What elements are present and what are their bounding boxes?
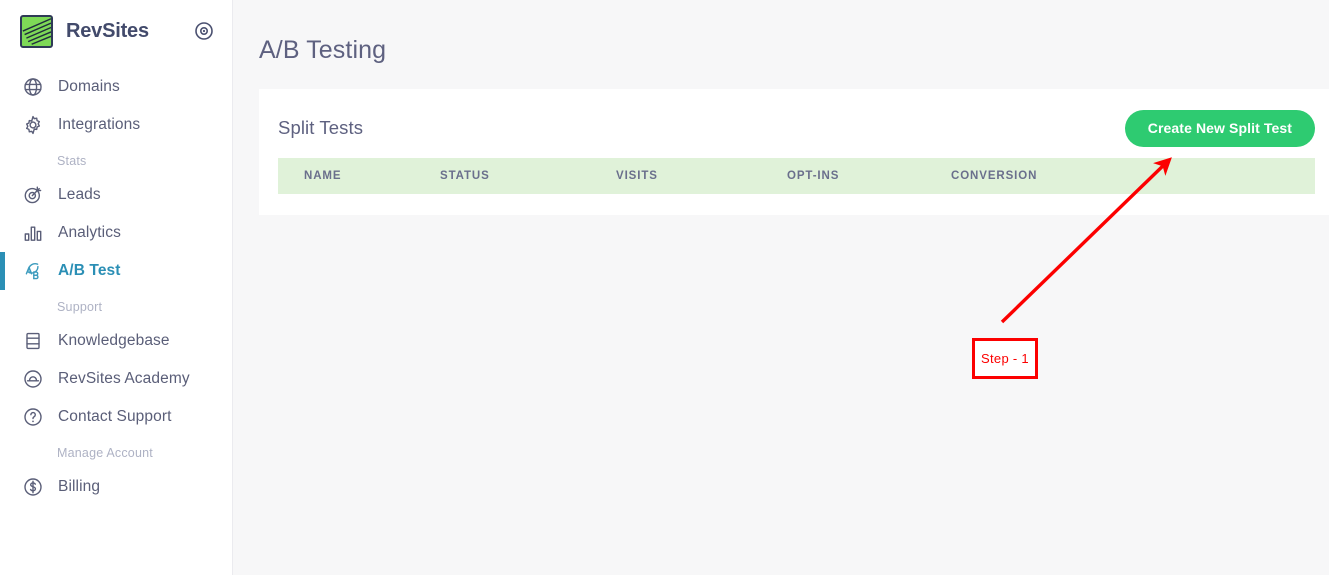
sidebar-item-knowledgebase[interactable]: Knowledgebase: [0, 322, 232, 360]
question-circle-icon: [22, 406, 44, 428]
card-header: Split Tests Create New Split Test: [259, 89, 1329, 147]
ab-test-icon: [22, 260, 44, 282]
app-root: RevSites Domains Integrations Stats Leads An…: [0, 0, 1329, 575]
sidebar-item-label: Leads: [58, 186, 101, 203]
sidebar-item-ab-test[interactable]: A/B Test: [0, 252, 232, 290]
split-tests-table-header: NAME STATUS VISITS OPT-INS CONVERSION: [278, 158, 1315, 194]
sidebar-item-leads[interactable]: Leads: [0, 176, 232, 214]
target-icon: [22, 184, 44, 206]
annotation-overlay: Step - 1: [233, 0, 1329, 575]
dollar-circle-icon: [22, 476, 44, 498]
split-tests-card: Split Tests Create New Split Test NAME S…: [259, 89, 1329, 215]
annotation-arrow: [1000, 157, 1172, 324]
sidebar-item-contact-support[interactable]: Contact Support: [0, 398, 232, 436]
column-header-conversion: CONVERSION: [951, 170, 1038, 182]
sidebar-item-label: Domains: [58, 78, 120, 95]
sidebar-item-label: A/B Test: [58, 262, 121, 279]
sidebar-nav: Domains Integrations Stats Leads Analytics A/…: [0, 62, 232, 506]
sidebar-item-label: Billing: [58, 478, 101, 495]
sidebar-group-label-manage-account: Manage Account: [57, 446, 153, 460]
sidebar-item-label: Contact Support: [58, 408, 172, 425]
revsites-logo-icon: [20, 14, 53, 48]
step-annotation-box: Step - 1: [972, 338, 1038, 379]
main-content: A/B Testing Split Tests Create New Split…: [233, 0, 1329, 575]
sidebar-item-label: Knowledgebase: [58, 332, 170, 349]
brand-row: RevSites: [0, 0, 232, 62]
sidebar-item-domains[interactable]: Domains: [0, 68, 232, 106]
column-header-opt-ins: OPT-INS: [787, 170, 840, 182]
sidebar-item-label: Integrations: [58, 116, 141, 133]
sidebar-item-label: Analytics: [58, 224, 121, 241]
globe-icon: [22, 76, 44, 98]
sidebar-item-revsites-academy[interactable]: RevSites Academy: [0, 360, 232, 398]
target-circle-icon[interactable]: [194, 21, 214, 41]
sidebar-group-label-support: Support: [57, 300, 103, 314]
column-header-status: STATUS: [440, 170, 490, 182]
sidebar: RevSites Domains Integrations Stats Leads An…: [0, 0, 233, 575]
sidebar-item-integrations[interactable]: Integrations: [0, 106, 232, 144]
book-icon: [22, 330, 44, 352]
bar-chart-icon: [22, 222, 44, 244]
sidebar-item-billing[interactable]: Billing: [0, 468, 232, 506]
create-new-split-test-button[interactable]: Create New Split Test: [1124, 109, 1315, 147]
column-header-visits: VISITS: [616, 170, 658, 182]
sidebar-group-label-stats: Stats: [57, 154, 87, 168]
sidebar-item-analytics[interactable]: Analytics: [0, 214, 232, 252]
card-title: Split Tests: [278, 117, 364, 138]
gear-icon: [22, 114, 44, 136]
step-annotation-label: Step - 1: [981, 351, 1029, 366]
page-title: A/B Testing: [259, 36, 387, 64]
column-header-name: NAME: [304, 170, 342, 182]
graduation-cap-icon: [22, 368, 44, 390]
sidebar-item-label: RevSites Academy: [58, 370, 190, 387]
brand-name: RevSites: [66, 19, 149, 42]
